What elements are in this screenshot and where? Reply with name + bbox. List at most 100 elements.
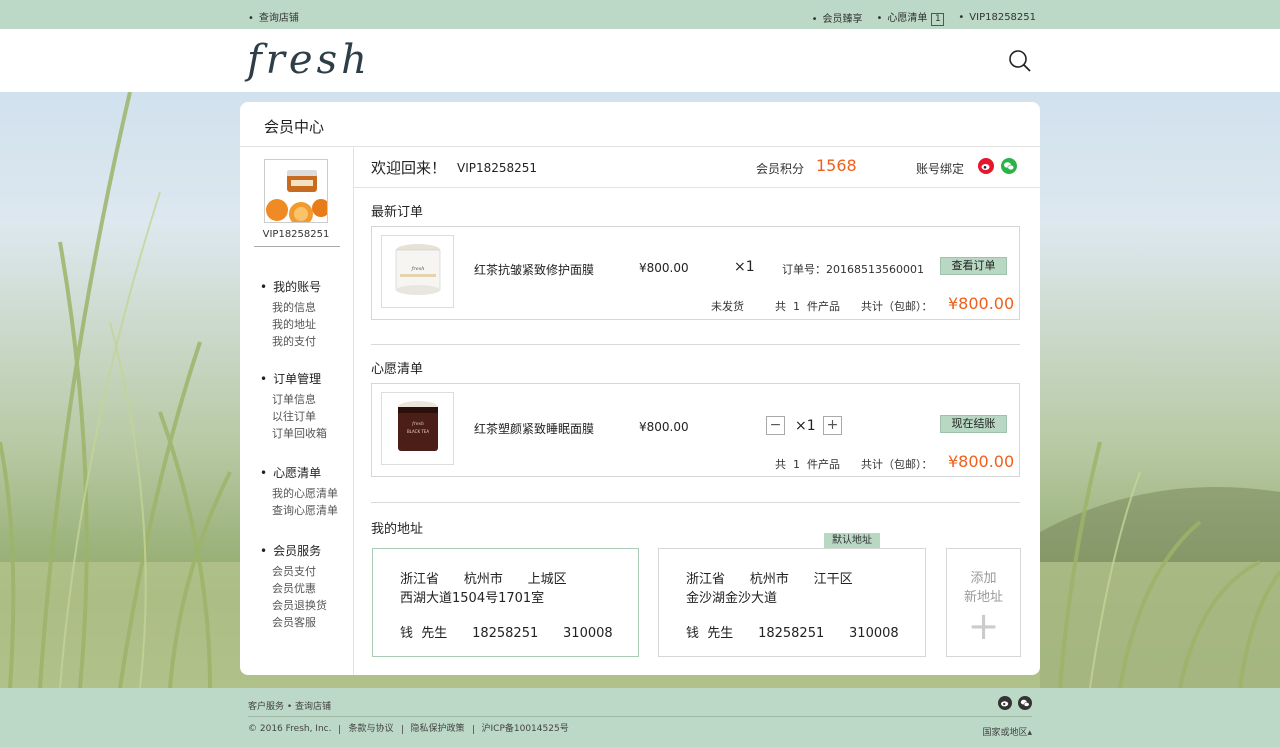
sidebar-item-my-wishlist[interactable]: 我的心愿清单 [260, 485, 338, 502]
find-store-link[interactable]: 查询店铺 [248, 9, 299, 24]
add-address-label-1: 添加 [970, 571, 997, 586]
sidebar-item-order-trash[interactable]: 订单回收箱 [260, 425, 327, 442]
wishlist-link[interactable]: 心愿清单1 [876, 9, 945, 26]
address-title: 我的地址 [371, 522, 424, 537]
site-footer: 客户服务 • 查询店铺 © 2016 Fresh, Inc. 条款与协议 隐私保… [0, 688, 1280, 747]
address-phone: 18258251 [758, 626, 825, 641]
wechat-icon[interactable] [1001, 158, 1017, 174]
product-price: ¥800.00 [639, 420, 689, 434]
add-address-label-2: 新地址 [963, 590, 1003, 605]
sidebar-item-search-wishlist[interactable]: 查询心愿清单 [260, 502, 338, 519]
sidebar-group-title[interactable]: 我的账号 [260, 278, 321, 295]
address-street: 西湖大道1504号1701室 [400, 591, 545, 606]
divider [371, 502, 1020, 503]
icp-link[interactable]: 沪ICP备10014525号 [474, 725, 577, 734]
count-prefix: 共 [775, 458, 786, 471]
weibo-icon[interactable] [978, 158, 994, 174]
site-header: fresh [0, 29, 1280, 92]
sidebar-item-past-orders[interactable]: 以往订单 [260, 408, 327, 425]
sidebar-group-services: 会员服务 会员支付 会员优惠 会员退换货 会员客服 [260, 542, 327, 631]
sidebar-item-order-info[interactable]: 订单信息 [260, 391, 327, 408]
count-value: 1 [793, 300, 800, 313]
checkout-button[interactable]: 现在结账 [940, 415, 1007, 433]
points-label: 会员积分 [756, 162, 805, 176]
count-value: 1 [793, 458, 800, 471]
page-title: 会员中心 [264, 118, 325, 136]
address-city: 杭州市 [749, 572, 789, 587]
wishlist-label: 心愿清单 [887, 13, 928, 24]
address-card[interactable]: 浙江省 杭州市 江干区 金沙湖金沙大道 钱 先生 18258251 310008 [658, 548, 926, 657]
sidebar-group-wishlist: 心愿清单 我的心愿清单 查询心愿清单 [260, 464, 338, 519]
footer-service-links[interactable]: 客户服务 • 查询店铺 [248, 699, 331, 712]
sidebar-group-orders: 订单管理 订单信息 以往订单 订单回收箱 [260, 370, 327, 442]
copyright-text: © 2016 Fresh, Inc. [248, 725, 341, 734]
quantity-decrease-button[interactable]: − [766, 416, 785, 435]
address-zip: 310008 [849, 626, 899, 641]
weibo-icon[interactable] [998, 696, 1012, 713]
fresh-logo[interactable]: fresh [247, 37, 371, 83]
avatar[interactable] [264, 159, 328, 223]
sidebar-item-my-payment[interactable]: 我的支付 [260, 333, 321, 350]
order-total: ¥800.00 [948, 294, 1015, 313]
wishlist-card: fresh BLACK TEA 红茶塑颜紧致睡眠面膜 ¥800.00 − ×1 … [371, 383, 1020, 477]
sidebar-user-id: VIP18258251 [262, 229, 330, 240]
svg-text:fresh: fresh [411, 421, 424, 427]
address-contact: 钱 先生 18258251 310008 [686, 622, 899, 641]
account-bind-label: 账号绑定 [916, 162, 965, 176]
product-name[interactable]: 红茶抗皱紧致修护面膜 [474, 261, 594, 278]
view-order-button[interactable]: 查看订单 [940, 257, 1007, 275]
sidebar-item-my-address[interactable]: 我的地址 [260, 316, 321, 333]
wechat-icon[interactable] [1018, 696, 1032, 713]
count-suffix: 件产品 [807, 300, 840, 313]
wishlist-total: ¥800.00 [948, 452, 1015, 471]
main-content: 欢迎回来！ VIP18258251 会员积分 1568 账号绑定 最新订单 fr [354, 146, 1040, 675]
region-selector[interactable]: 国家或地区▴ [982, 725, 1032, 738]
privacy-link[interactable]: 隐私保护政策 [403, 725, 474, 734]
member-perks-link[interactable]: 会员臻享 [812, 10, 862, 25]
latest-order-title: 最新订单 [371, 205, 424, 220]
item-count: 共 1 件产品 [775, 298, 840, 314]
address-district: 上城区 [527, 572, 567, 587]
address-region: 浙江省 杭州市 江干区 [686, 568, 853, 587]
order-status: 未发货 [711, 300, 744, 313]
sidebar-item-member-support[interactable]: 会员客服 [260, 614, 327, 631]
search-icon[interactable] [1008, 49, 1032, 73]
sidebar-group-title[interactable]: 会员服务 [260, 542, 327, 559]
address-card-default[interactable]: 浙江省 杭州市 上城区 西湖大道1504号1701室 钱 先生 18258251… [372, 548, 639, 657]
sidebar-item-my-info[interactable]: 我的信息 [260, 299, 321, 316]
product-quantity: ×1 [795, 418, 816, 434]
wishlist-title: 心愿清单 [371, 362, 424, 377]
top-bar: 查询店铺 会员臻享 心愿清单1 VIP18258251 [0, 0, 1280, 29]
address-province: 浙江省 [400, 572, 440, 587]
welcome-greeting: 欢迎回来！ [371, 159, 447, 177]
address-zip: 310008 [563, 626, 613, 641]
address-name: 钱 先生 [686, 626, 734, 641]
divider [248, 716, 1032, 717]
sidebar-item-member-discount[interactable]: 会员优惠 [260, 580, 327, 597]
sidebar-item-member-returns[interactable]: 会员退换货 [260, 597, 327, 614]
product-name[interactable]: 红茶塑颜紧致睡眠面膜 [474, 420, 594, 437]
product-image[interactable]: fresh BLACK TEA [381, 392, 454, 465]
sidebar-group-title[interactable]: 心愿清单 [260, 464, 338, 481]
default-address-badge: 默认地址 [824, 533, 880, 548]
user-id-link[interactable]: VIP18258251 [958, 12, 1036, 23]
product-quantity: ×1 [734, 259, 755, 275]
welcome-user-id: VIP18258251 [457, 161, 538, 175]
divider [371, 344, 1020, 345]
add-address-button[interactable]: 添加 新地址 + [946, 548, 1021, 657]
count-prefix: 共 [775, 300, 786, 313]
product-price: ¥800.00 [639, 261, 689, 275]
sidebar-group-title[interactable]: 订单管理 [260, 370, 327, 387]
item-count: 共 1 件产品 [775, 456, 840, 472]
footer-legal: © 2016 Fresh, Inc. 条款与协议 隐私保护政策 沪ICP备100… [248, 725, 577, 734]
quantity-increase-button[interactable]: + [823, 416, 842, 435]
member-center-panel: 会员中心 VIP18258251 我的账号 我的信息 我的地址 我的支付 订单管… [240, 102, 1040, 675]
svg-text:BLACK TEA: BLACK TEA [407, 429, 429, 434]
svg-text:fresh: fresh [411, 266, 425, 272]
sidebar-item-member-payment[interactable]: 会员支付 [260, 563, 327, 580]
product-image[interactable]: fresh [381, 235, 454, 308]
terms-link[interactable]: 条款与协议 [340, 725, 403, 734]
address-street: 金沙湖金沙大道 [686, 591, 778, 606]
divider [254, 246, 340, 247]
address-region: 浙江省 杭州市 上城区 [400, 568, 567, 587]
